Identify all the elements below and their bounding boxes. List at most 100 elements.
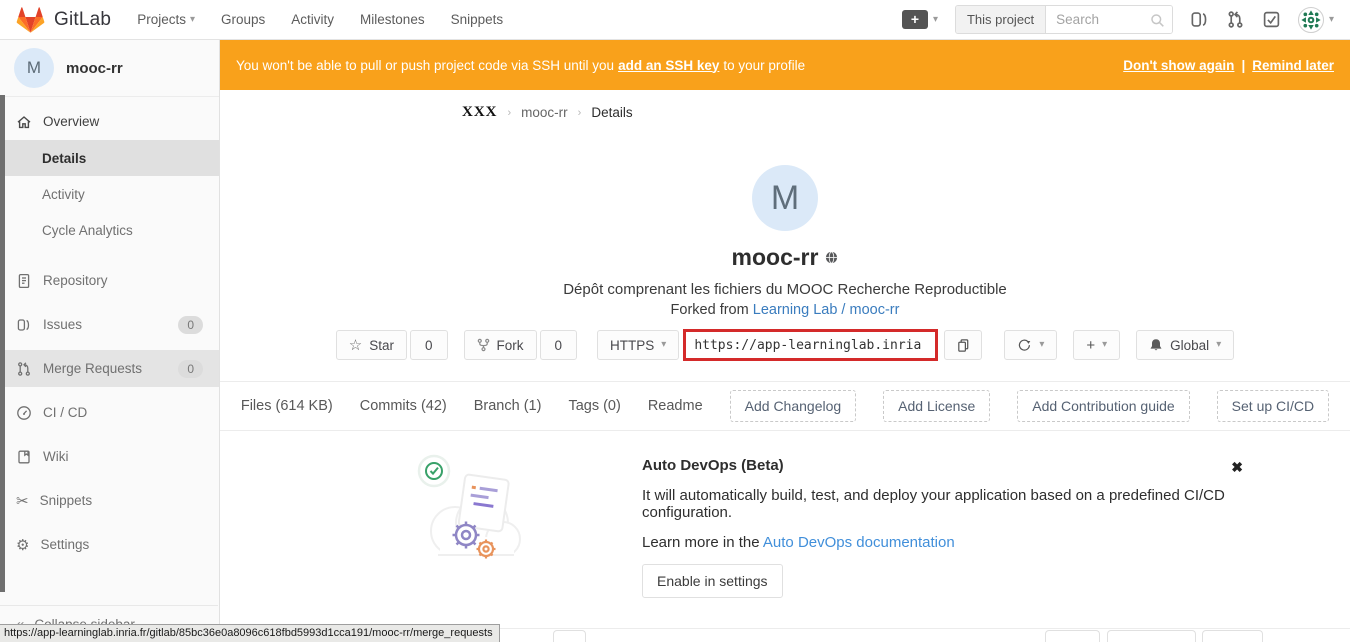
branch-link[interactable]: Branch (1) xyxy=(474,398,542,414)
copy-url-button[interactable] xyxy=(944,330,982,360)
gear-icon: ⚙ xyxy=(16,536,29,554)
files-link[interactable]: Files (614 KB) xyxy=(241,398,333,414)
gitlab-logo-text: GitLab xyxy=(54,9,111,31)
close-icon[interactable]: ✖ xyxy=(1231,459,1243,598)
merge-requests-icon[interactable] xyxy=(1226,10,1245,29)
sidebar-item-snippets[interactable]: ✂ Snippets xyxy=(0,482,219,519)
sidebar-item-repository[interactable]: Repository xyxy=(0,262,219,299)
gitlab-logo[interactable]: GitLab xyxy=(16,6,111,34)
fork-button[interactable]: Fork xyxy=(464,330,537,360)
auto-devops-doc-link[interactable]: Auto DevOps documentation xyxy=(763,534,955,551)
search-combo: This project xyxy=(955,5,1173,34)
document-icon xyxy=(16,273,32,289)
sidebar-item-cycle-analytics[interactable]: Cycle Analytics xyxy=(0,212,219,248)
breadcrumb-user[interactable]: XXX xyxy=(462,104,498,121)
nav-snippets[interactable]: Snippets xyxy=(451,12,504,27)
add-dropdown[interactable]: + ▾ xyxy=(1073,330,1120,360)
breadcrumb-project[interactable]: mooc-rr xyxy=(521,105,568,120)
project-sidebar: M mooc-rr Overview Details Activity Cycl… xyxy=(0,40,220,642)
chevron-down-icon: ▾ xyxy=(933,15,938,25)
breadcrumb-current-page: Details xyxy=(591,105,632,120)
auto-devops-title: Auto DevOps (Beta) xyxy=(642,457,1231,474)
project-avatar: M xyxy=(752,165,818,231)
auto-devops-content: Auto DevOps (Beta) It will automatically… xyxy=(642,449,1231,598)
notification-dropdown[interactable]: Global ▾ xyxy=(1136,330,1234,360)
sidebar-item-details[interactable]: Details xyxy=(0,140,219,176)
cutoff-button[interactable] xyxy=(1107,630,1196,642)
chevron-right-icon: › xyxy=(578,107,582,119)
search-scope-label[interactable]: This project xyxy=(956,6,1046,33)
sidebar-item-settings[interactable]: ⚙ Settings xyxy=(0,526,219,563)
todos-icon[interactable] xyxy=(1262,10,1281,29)
new-dropdown-button[interactable]: + ▾ xyxy=(902,10,938,29)
sidebar-item-issues[interactable]: Issues 0 xyxy=(0,306,219,343)
fork-count[interactable]: 0 xyxy=(540,330,578,360)
search-icon xyxy=(1150,13,1165,28)
navbar-controls: + ▾ This project xyxy=(902,5,1334,34)
user-menu[interactable]: ▾ xyxy=(1298,7,1334,33)
scissors-icon: ✂ xyxy=(16,492,29,510)
setup-ci-cd-button[interactable]: Set up CI/CD xyxy=(1217,390,1329,422)
sidebar-group-overview: Overview Details Activity Cycle Analytic… xyxy=(0,103,219,248)
nav-milestones[interactable]: Milestones xyxy=(360,12,425,27)
remind-later-link[interactable]: Remind later xyxy=(1252,58,1334,73)
clone-url-highlight xyxy=(683,329,938,361)
star-count[interactable]: 0 xyxy=(410,330,448,360)
merge-requests-icon xyxy=(16,361,32,377)
chevron-down-icon: ▾ xyxy=(1329,15,1334,25)
commits-link[interactable]: Commits (42) xyxy=(360,398,447,414)
fork-icon xyxy=(477,338,490,352)
chevron-down-icon: ▾ xyxy=(190,15,195,25)
sidebar-item-overview[interactable]: Overview xyxy=(0,103,219,140)
sidebar-item-activity[interactable]: Activity xyxy=(0,176,219,212)
sidebar-item-wiki[interactable]: Wiki xyxy=(0,438,219,475)
dont-show-again-link[interactable]: Don't show again xyxy=(1123,58,1234,73)
cutoff-button[interactable] xyxy=(1202,630,1263,642)
enable-in-settings-button[interactable]: Enable in settings xyxy=(642,564,783,598)
chevron-down-icon: ▾ xyxy=(661,340,666,350)
ssh-banner-actions: Don't show again | Remind later xyxy=(1123,58,1334,73)
nav-groups[interactable]: Groups xyxy=(221,12,265,27)
sidebar-item-merge-requests[interactable]: Merge Requests 0 xyxy=(0,350,219,387)
tags-link[interactable]: Tags (0) xyxy=(568,398,620,414)
sidebar-project-link[interactable]: M mooc-rr xyxy=(0,40,219,97)
merge-requests-count-badge: 0 xyxy=(178,360,203,378)
issues-icon[interactable] xyxy=(1190,10,1209,29)
ssh-warning-banner: You won't be able to pull or push projec… xyxy=(220,40,1350,90)
nav-activity[interactable]: Activity xyxy=(291,12,334,27)
project-description: Dépôt comprenant les fichiers du MOOC Re… xyxy=(220,281,1350,298)
project-actions: ☆ Star 0 Fork 0 HTTPS ▾ xyxy=(220,329,1350,361)
issues-icon xyxy=(16,317,32,333)
cutoff-button[interactable] xyxy=(1045,630,1100,642)
forked-from-line: Forked from Learning Lab / mooc-rr xyxy=(220,302,1350,318)
gauge-icon xyxy=(16,405,32,421)
readme-link[interactable]: Readme xyxy=(648,398,703,414)
book-icon xyxy=(16,449,32,465)
download-icon xyxy=(1017,338,1032,353)
gitlab-tanuki-icon xyxy=(16,6,45,34)
link-status-bar: https://app-learninglab.inria.fr/gitlab/… xyxy=(0,624,500,642)
breadcrumb: XXX › mooc-rr › Details xyxy=(220,90,1350,135)
add-ssh-key-link[interactable]: add an SSH key xyxy=(618,58,719,73)
star-button[interactable]: ☆ Star xyxy=(336,330,407,360)
forked-from-link[interactable]: Learning Lab / mooc-rr xyxy=(753,302,900,318)
add-contribution-guide-button[interactable]: Add Contribution guide xyxy=(1017,390,1189,422)
protocol-dropdown[interactable]: HTTPS ▾ xyxy=(597,330,679,360)
sidebar-project-name: mooc-rr xyxy=(66,60,123,77)
add-license-button[interactable]: Add License xyxy=(883,390,990,422)
cutoff-button[interactable] xyxy=(553,630,586,642)
add-changelog-button[interactable]: Add Changelog xyxy=(730,390,857,422)
nav-projects[interactable]: Projects ▾ xyxy=(137,12,195,27)
user-avatar xyxy=(1298,7,1324,33)
chevron-down-icon: ▾ xyxy=(1216,340,1221,350)
clone-url-input[interactable] xyxy=(686,332,935,358)
sidebar-item-ci-cd[interactable]: CI / CD xyxy=(0,394,219,431)
main-content: XXX › mooc-rr › Details M mooc-rr Dépôt … xyxy=(220,90,1350,642)
bell-icon xyxy=(1149,338,1163,352)
download-dropdown[interactable]: ▾ xyxy=(1004,330,1057,360)
sidebar-nav: Overview Details Activity Cycle Analytic… xyxy=(0,97,219,563)
sidebar-scrollbar[interactable] xyxy=(0,95,5,592)
chevron-down-icon: ▾ xyxy=(1039,340,1044,350)
auto-devops-learn-more: Learn more in the Auto DevOps documentat… xyxy=(642,534,1231,551)
issues-count-badge: 0 xyxy=(178,316,203,334)
